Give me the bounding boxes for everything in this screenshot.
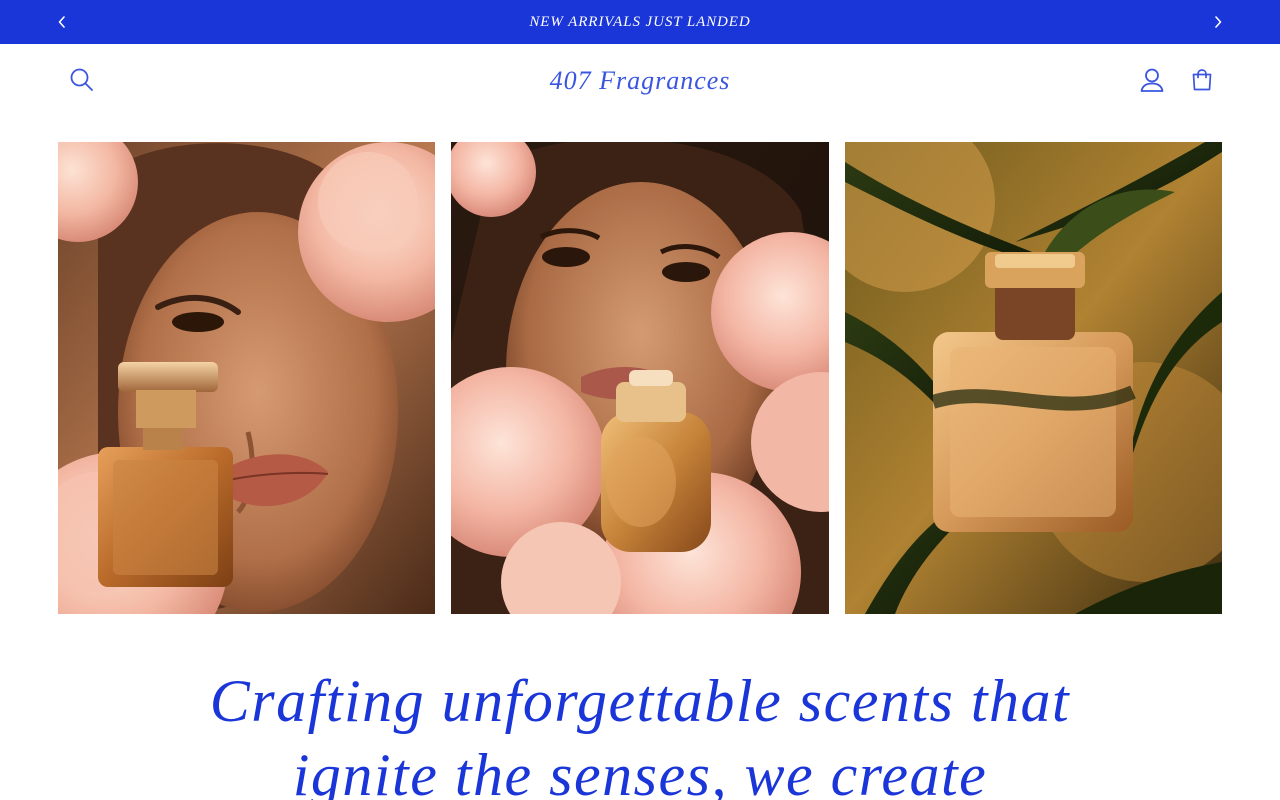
cart-icon <box>1192 69 1212 91</box>
gallery-image-3[interactable] <box>845 142 1222 614</box>
woman-peonies-perfume-image <box>58 142 435 614</box>
perfume-bottle-leaves-image <box>845 142 1222 614</box>
site-header: 407 Fragrances <box>0 44 1280 120</box>
announcement-bar: NEW ARRIVALS JUST LANDED <box>0 0 1280 44</box>
account-button[interactable] <box>1130 58 1174 102</box>
logo-link[interactable]: 407 Fragrances <box>550 66 731 95</box>
chevron-right-icon <box>1215 16 1222 28</box>
announcement-text[interactable]: NEW ARRIVALS JUST LANDED <box>529 14 750 31</box>
cart-button[interactable] <box>1180 58 1224 102</box>
hero-statement: Crafting unforgettable scents that ignit… <box>0 664 1280 800</box>
announcement-prev-button[interactable] <box>52 12 72 32</box>
hero-line-1: Crafting unforgettable scents that <box>209 668 1071 734</box>
site-logo: 407 Fragrances <box>0 66 1280 96</box>
woman-peonies-image <box>451 142 829 614</box>
hero-line-2: ignite the senses, we create <box>292 742 988 800</box>
gallery-image-1[interactable] <box>58 142 435 614</box>
account-icon <box>1140 68 1164 92</box>
gallery-image-2[interactable] <box>451 142 829 614</box>
chevron-left-icon <box>58 16 65 28</box>
announcement-next-button[interactable] <box>1208 12 1228 32</box>
